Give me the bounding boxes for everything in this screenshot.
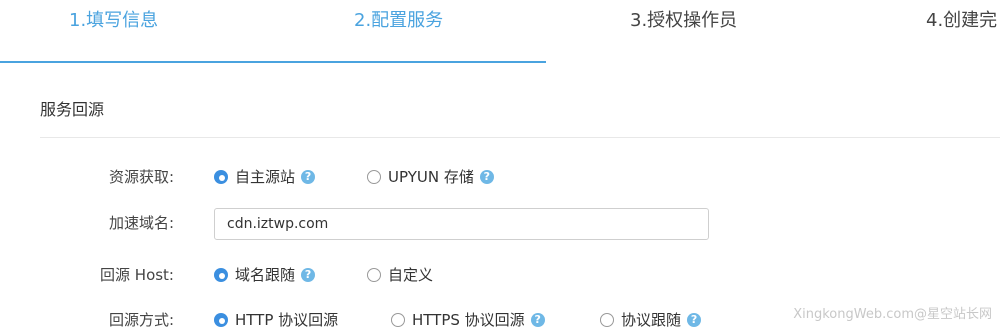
radio-checked-icon[interactable] (214, 169, 228, 184)
resource-label: 资源获取: (108, 168, 174, 186)
radio-unchecked-icon[interactable] (367, 267, 381, 282)
resource-option-self-origin[interactable]: 自主源站 ? (214, 166, 316, 187)
domain-input[interactable] (214, 208, 709, 240)
help-icon[interactable]: ? (301, 169, 316, 184)
origin-method-label: 回源方式: (108, 311, 174, 329)
help-icon[interactable]: ? (301, 267, 316, 282)
origin-host-row: 回源 Host: 域名跟随 ? 自定义 (0, 260, 1000, 290)
steps-progress-line (0, 61, 546, 63)
domain-label: 加速域名: (108, 214, 174, 232)
origin-method-option-follow-protocol[interactable]: 协议跟随 ? (600, 309, 702, 330)
radio-checked-icon[interactable] (214, 267, 228, 282)
origin-method-option-https[interactable]: HTTPS 协议回源 ? (391, 309, 545, 330)
radio-unchecked-icon[interactable] (367, 169, 381, 184)
option-label: 自定义 (388, 266, 434, 284)
origin-host-option-follow-domain[interactable]: 域名跟随 ? (214, 264, 316, 285)
option-label: 协议跟随 (621, 311, 682, 329)
steps-bar: 1.填写信息 2.配置服务 3.授权操作员 4.创建完 (0, 0, 1000, 64)
step-fill-info[interactable]: 1.填写信息 (69, 8, 158, 34)
help-icon[interactable]: ? (479, 169, 494, 184)
step-configure-service[interactable]: 2.配置服务 (354, 8, 443, 34)
option-label: HTTP 协议回源 (235, 311, 339, 329)
section-divider (40, 137, 1000, 138)
section-title: 服务回源 (40, 100, 105, 119)
option-label: 自主源站 (235, 168, 296, 186)
origin-host-label: 回源 Host: (100, 266, 174, 284)
origin-host-option-custom[interactable]: 自定义 (367, 264, 433, 285)
option-label: UPYUN 存储 (388, 168, 474, 186)
radio-unchecked-icon[interactable] (600, 312, 614, 327)
origin-method-option-http[interactable]: HTTP 协议回源 (214, 309, 338, 330)
domain-row: 加速域名: (0, 208, 1000, 240)
step-authorize-operator[interactable]: 3.授权操作员 (630, 8, 737, 34)
option-label: 域名跟随 (235, 266, 296, 284)
resource-option-upyun-storage[interactable]: UPYUN 存储 ? (367, 166, 494, 187)
radio-unchecked-icon[interactable] (391, 312, 405, 327)
option-label: HTTPS 协议回源 (412, 311, 525, 329)
step-create[interactable]: 4.创建完 (926, 8, 997, 34)
watermark: XingkongWeb.com@星空站长网 (793, 307, 992, 322)
help-icon[interactable]: ? (530, 312, 545, 327)
resource-row: 资源获取: 自主源站 ? UPYUN 存储 ? (0, 162, 1000, 192)
radio-checked-icon[interactable] (214, 312, 228, 327)
help-icon[interactable]: ? (687, 312, 702, 327)
